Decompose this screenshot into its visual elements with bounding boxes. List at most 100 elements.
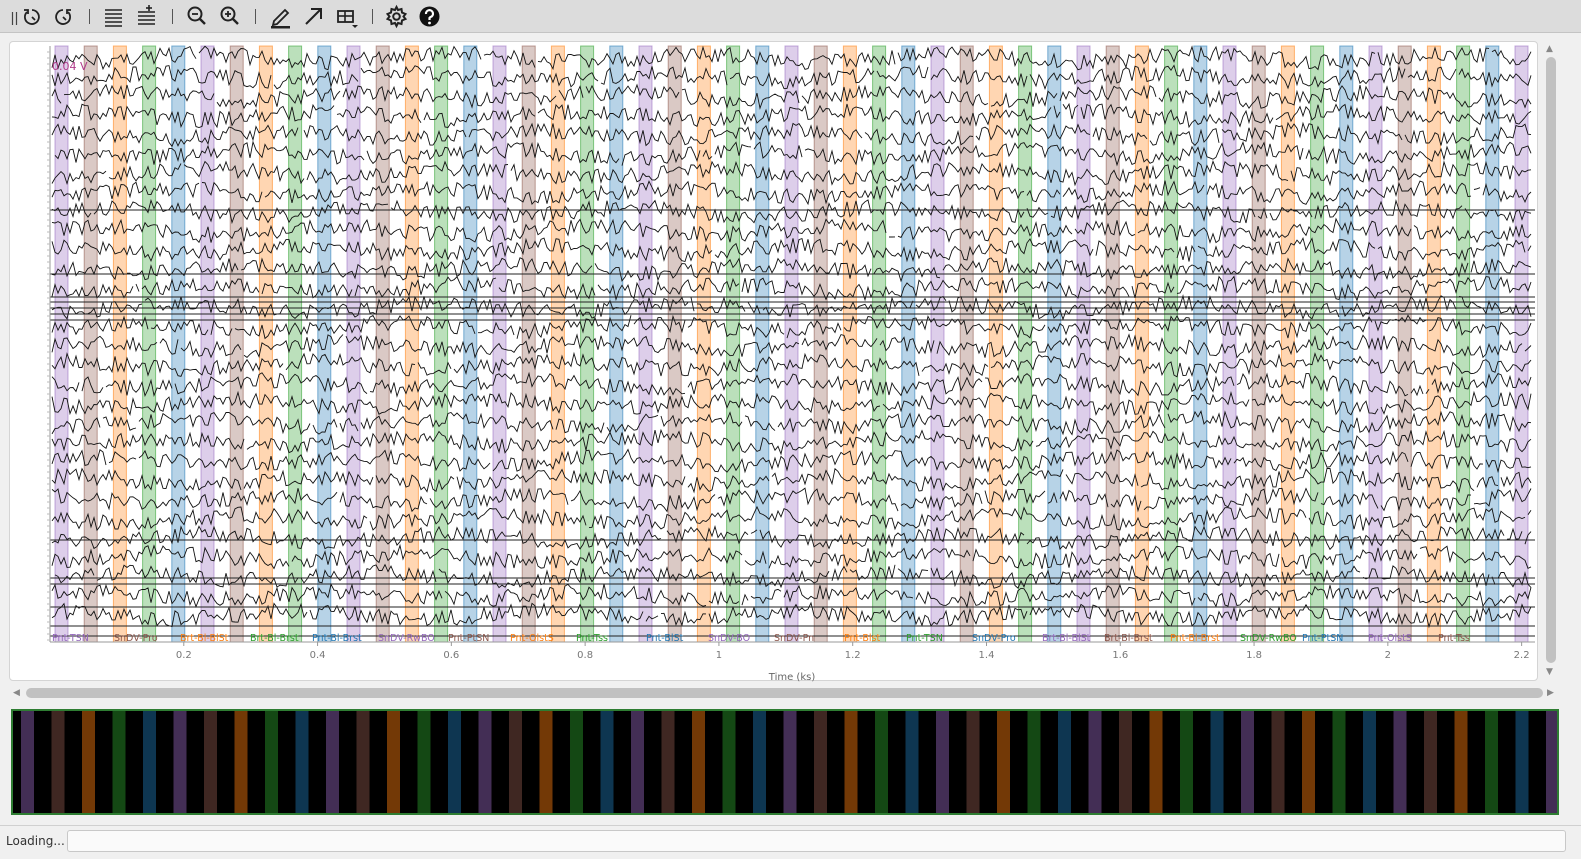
overview-band-purple[interactable] bbox=[1393, 711, 1407, 813]
overview-bands[interactable] bbox=[13, 711, 1557, 813]
overview-band-green[interactable] bbox=[875, 711, 888, 813]
overview-band-purple[interactable] bbox=[1241, 711, 1254, 813]
horizontal-scroll-thumb[interactable] bbox=[26, 688, 1543, 698]
overview-band-green[interactable] bbox=[570, 711, 583, 813]
overview-band-blue[interactable] bbox=[143, 711, 156, 813]
scroll-left-arrow-icon[interactable]: ◀ bbox=[13, 688, 20, 698]
overview-band-brown[interactable] bbox=[814, 711, 827, 813]
overview-band-brown[interactable] bbox=[966, 711, 980, 813]
annotation-label: Pnt-Bl-Brst bbox=[312, 633, 362, 644]
annotation-band-brown[interactable] bbox=[521, 45, 536, 643]
annotation-label: Pnt-BlSt bbox=[646, 633, 684, 644]
overview-band-green[interactable] bbox=[265, 711, 278, 813]
annotation-band-orange[interactable] bbox=[842, 45, 857, 643]
overview-band-blue[interactable] bbox=[1058, 711, 1071, 813]
zoom-out-button[interactable] bbox=[184, 4, 210, 29]
scroll-down-arrow-icon[interactable]: ▼ bbox=[1546, 667, 1553, 677]
vertical-scrollbar[interactable]: ▲ ▼ bbox=[1543, 42, 1559, 680]
vertical-scroll-thumb[interactable] bbox=[1546, 57, 1556, 663]
lines-icon bbox=[105, 9, 122, 27]
rotate-right-icon bbox=[55, 9, 71, 25]
scroll-right-arrow-icon[interactable]: ▶ bbox=[1547, 688, 1554, 698]
draw-tool-button[interactable] bbox=[268, 4, 294, 29]
annotation-band-blue[interactable] bbox=[1047, 45, 1062, 643]
redo-button[interactable] bbox=[51, 4, 77, 29]
overview-band-green[interactable] bbox=[1180, 711, 1193, 813]
annotation-band-orange[interactable] bbox=[1280, 45, 1295, 643]
overview-band-purple[interactable] bbox=[173, 711, 187, 813]
overview-band-green[interactable] bbox=[1027, 711, 1041, 813]
overview-band-purple[interactable] bbox=[631, 711, 644, 813]
signal-plot-panel[interactable]: 0.2 0.4 0.6 0.8 1 1.2 1.4 1.6 1.8 2 2.2 Pnt-TSN SnD… bbox=[9, 41, 1539, 682]
annotation-band-purple[interactable] bbox=[1076, 45, 1091, 643]
expand-traces-button[interactable] bbox=[134, 4, 160, 29]
overview-band-purple[interactable] bbox=[478, 711, 492, 813]
annotation-band-green[interactable] bbox=[142, 45, 157, 643]
overview-band-brown[interactable] bbox=[509, 711, 522, 813]
overview-band-blue[interactable] bbox=[295, 711, 309, 813]
x-tick-label: 1.4 bbox=[979, 650, 995, 661]
overview-band-purple[interactable] bbox=[21, 711, 34, 813]
pencil-icon bbox=[271, 8, 290, 29]
signal-plot[interactable]: 0.2 0.4 0.6 0.8 1 1.2 1.4 1.6 1.8 2 2.2 Pnt-TSN SnD… bbox=[10, 42, 1539, 682]
grip-icon[interactable] bbox=[2, 4, 18, 29]
scroll-up-arrow-icon[interactable]: ▲ bbox=[1546, 44, 1553, 54]
overview-band-blue[interactable] bbox=[905, 711, 919, 813]
undo-button[interactable] bbox=[19, 4, 45, 29]
overview-band-purple[interactable] bbox=[783, 711, 797, 813]
overview-band-purple[interactable] bbox=[326, 711, 339, 813]
overview-band-blue[interactable] bbox=[753, 711, 766, 813]
overview-band-brown[interactable] bbox=[1424, 711, 1437, 813]
overview-band-orange[interactable] bbox=[539, 711, 553, 813]
annotation-band-brown[interactable] bbox=[229, 45, 244, 643]
overview-band-orange[interactable] bbox=[1302, 711, 1315, 813]
overview-band-orange[interactable] bbox=[844, 711, 858, 813]
layout-menu-button[interactable] bbox=[334, 4, 360, 29]
annotation-band-orange[interactable] bbox=[696, 45, 711, 643]
overview-band-green[interactable] bbox=[1332, 711, 1346, 813]
overview-band-purple[interactable] bbox=[1088, 711, 1102, 813]
overview-band-blue[interactable] bbox=[600, 711, 614, 813]
loading-progress-bar bbox=[67, 830, 1566, 852]
overview-band-brown[interactable] bbox=[356, 711, 370, 813]
overview-band-orange[interactable] bbox=[692, 711, 705, 813]
annotation-band-purple[interactable] bbox=[638, 45, 653, 643]
overview-navigator[interactable] bbox=[11, 709, 1559, 815]
overview-band-orange[interactable] bbox=[1149, 711, 1163, 813]
overview-band-blue[interactable] bbox=[1515, 711, 1529, 813]
overview-band-brown[interactable] bbox=[204, 711, 217, 813]
overview-band-blue[interactable] bbox=[1210, 711, 1224, 813]
overview-band-green[interactable] bbox=[1485, 711, 1498, 813]
overview-band-orange[interactable] bbox=[234, 711, 248, 813]
overview-band-blue[interactable] bbox=[1363, 711, 1376, 813]
overview-band-purple[interactable] bbox=[936, 711, 949, 813]
overview-band-green[interactable] bbox=[722, 711, 736, 813]
arrow-icon bbox=[305, 8, 322, 25]
overview-band-green[interactable] bbox=[112, 711, 126, 813]
annotation-label: SnDV-Pn bbox=[774, 633, 814, 644]
overview-band-orange[interactable] bbox=[1454, 711, 1468, 813]
annotation-band-orange[interactable] bbox=[112, 45, 127, 643]
overview-band-orange[interactable] bbox=[82, 711, 95, 813]
overview-band-brown[interactable] bbox=[1119, 711, 1132, 813]
horizontal-scrollbar[interactable]: ◀ ▶ bbox=[13, 686, 1558, 700]
overview-band-orange[interactable] bbox=[997, 711, 1010, 813]
zoom-in-button[interactable] bbox=[217, 4, 243, 29]
annotation-band-green[interactable] bbox=[726, 45, 741, 643]
annotation-band-green[interactable] bbox=[1456, 45, 1471, 643]
annotation-band-orange[interactable] bbox=[550, 45, 565, 643]
compress-traces-button[interactable] bbox=[101, 4, 127, 29]
settings-button[interactable] bbox=[384, 4, 410, 29]
arrow-tool-button[interactable] bbox=[301, 4, 327, 29]
overview-band-purple[interactable] bbox=[1546, 711, 1557, 813]
overview-band-green[interactable] bbox=[417, 711, 431, 813]
help-button[interactable] bbox=[417, 4, 443, 29]
annotation-band-green[interactable] bbox=[1164, 45, 1179, 643]
annotation-band-purple[interactable] bbox=[784, 45, 799, 643]
overview-band-brown[interactable] bbox=[1271, 711, 1285, 813]
annotation-label: Pnt-Tss bbox=[576, 633, 608, 644]
overview-band-brown[interactable] bbox=[661, 711, 675, 813]
overview-band-blue[interactable] bbox=[448, 711, 461, 813]
overview-band-orange[interactable] bbox=[387, 711, 400, 813]
overview-band-brown[interactable] bbox=[51, 711, 65, 813]
